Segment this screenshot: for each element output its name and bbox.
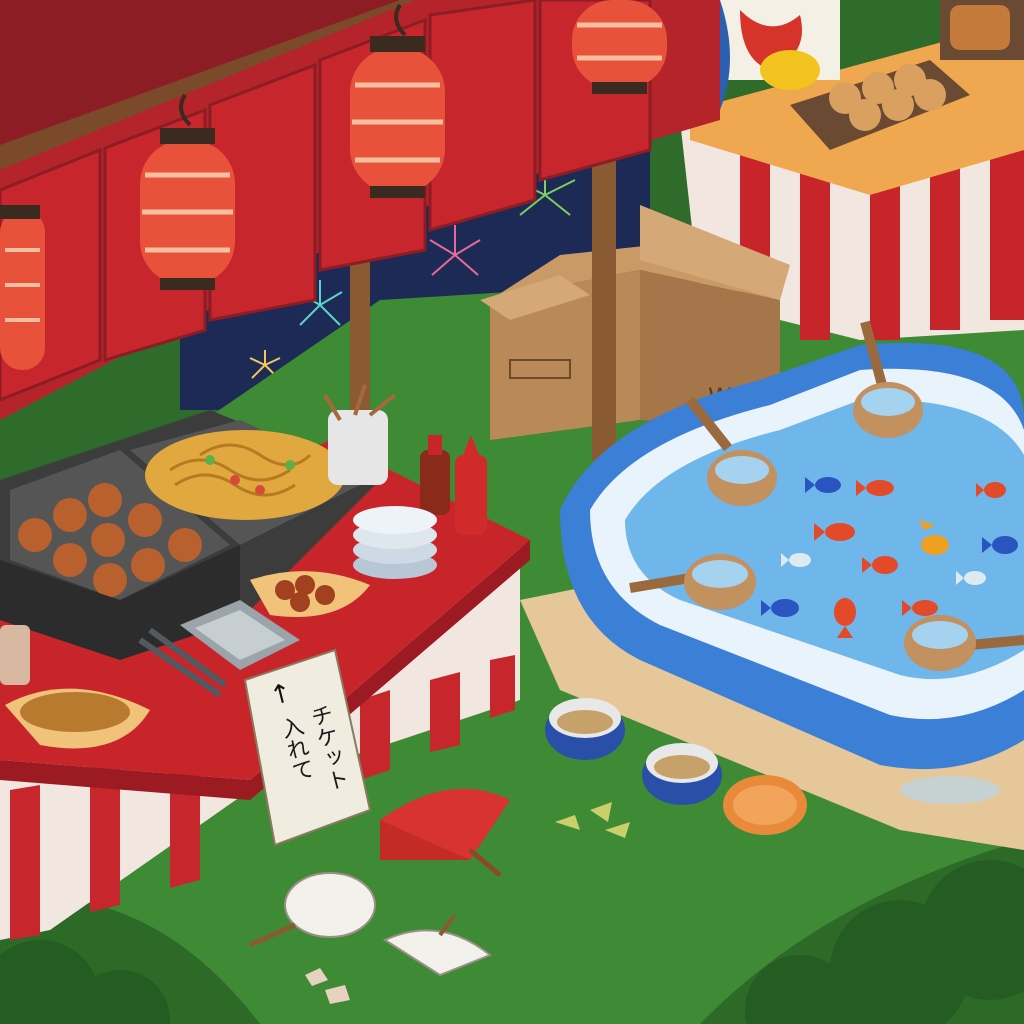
yakisoba bbox=[145, 430, 345, 520]
taiyaki-tray bbox=[940, 0, 1024, 60]
wooden-pole bbox=[350, 240, 370, 410]
soup-bowl bbox=[545, 698, 625, 760]
plate-stack bbox=[353, 506, 437, 579]
water-puddle bbox=[900, 776, 1000, 804]
paper-lantern-icon bbox=[0, 205, 45, 370]
sauce-cup bbox=[0, 625, 30, 685]
scene-canvas: WEISO bbox=[0, 0, 1024, 1024]
soup-bowl bbox=[642, 743, 722, 805]
festival-scene: WEISO bbox=[0, 0, 1024, 1024]
senbei-cracker bbox=[723, 775, 807, 835]
wooden-pole bbox=[592, 120, 616, 460]
